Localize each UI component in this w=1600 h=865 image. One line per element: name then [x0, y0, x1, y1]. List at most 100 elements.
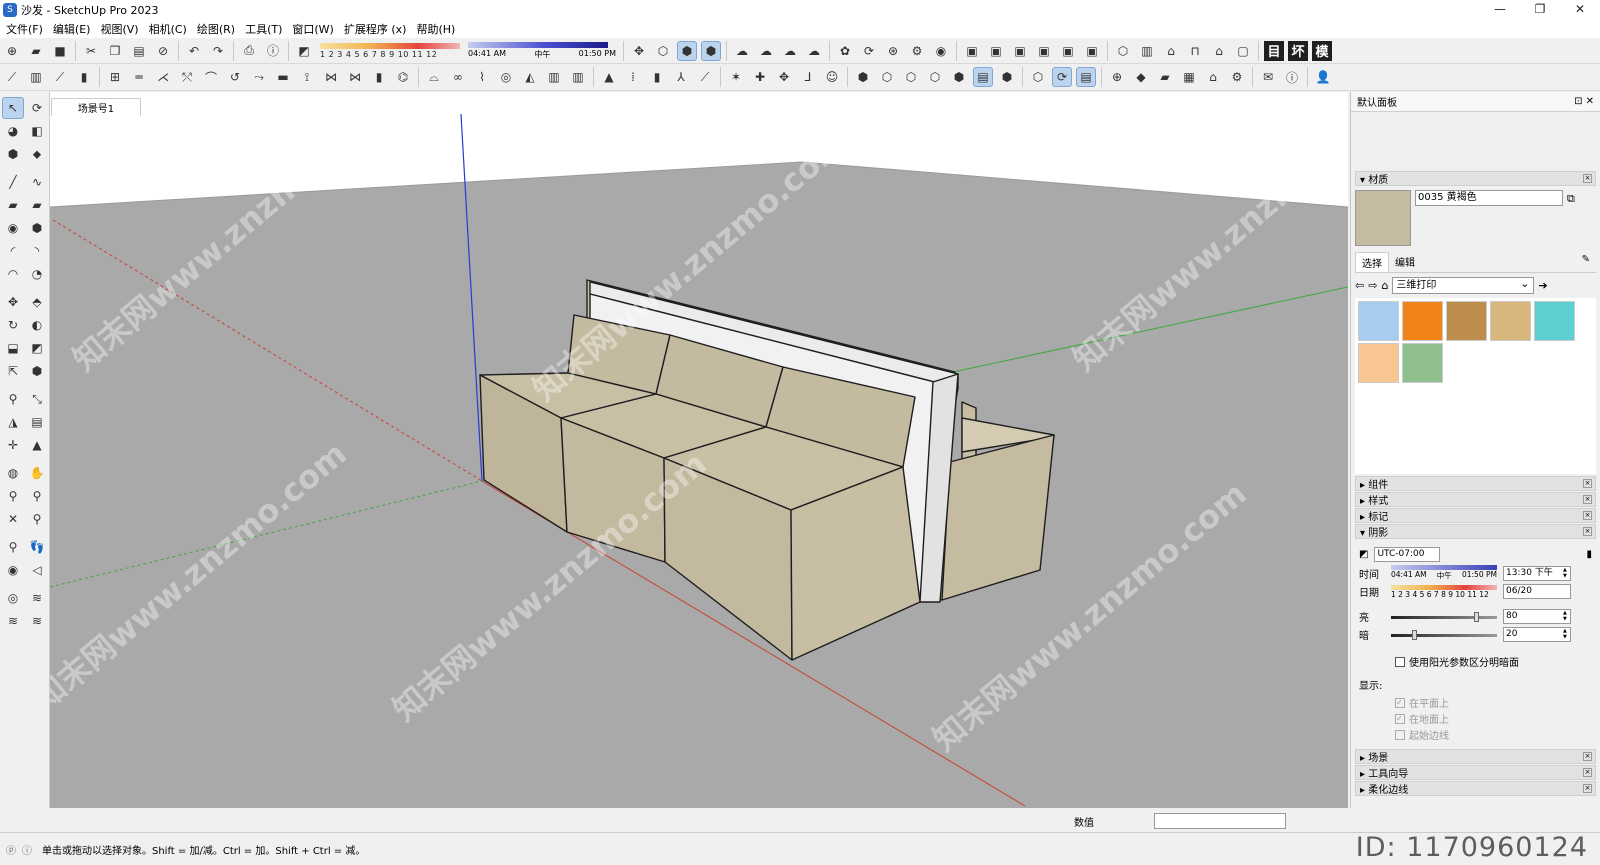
component-a-icon[interactable]: ▣ [962, 41, 982, 61]
section-shadows[interactable]: ▾ 阴影 × [1355, 524, 1596, 539]
new-file-icon[interactable]: ⊕ [2, 41, 22, 61]
section-tags[interactable]: ▸ 标记 × [1355, 508, 1596, 523]
move-tool-icon[interactable]: ✥ [2, 291, 24, 313]
component-e-icon[interactable]: ▣ [1058, 41, 1078, 61]
component-d-icon[interactable]: ▣ [1034, 41, 1054, 61]
date-field[interactable]: 06/20 [1503, 584, 1571, 599]
settings-gear-icon[interactable]: ⚙ [1227, 67, 1247, 87]
material-swatch[interactable] [1402, 301, 1443, 341]
section-scenes[interactable]: ▸ 场景 × [1355, 749, 1596, 764]
tag-tool-icon[interactable]: ⬥ [26, 143, 48, 165]
forward-arrow-icon[interactable]: ⇨ [1368, 279, 1377, 292]
menu-file[interactable]: 文件(F) [4, 21, 51, 37]
circle-tool-icon[interactable]: ◉ [2, 217, 24, 239]
arc-tool-icon[interactable]: ◜ [2, 240, 24, 262]
material-swatch[interactable] [1534, 301, 1575, 341]
ext-tool-35-icon[interactable]: ⬢ [853, 67, 873, 87]
make-component-icon[interactable]: ⬢ [2, 143, 24, 165]
ext-tool-29-icon[interactable]: ⟋ [695, 67, 715, 87]
component-c-icon[interactable]: ▣ [1010, 41, 1030, 61]
rotated-rectangle-icon[interactable]: ▰ [26, 194, 48, 216]
tape-measure-icon[interactable]: ⚲ [2, 388, 24, 410]
extension-a-icon[interactable]: ✿ [835, 41, 855, 61]
offset-tool-icon[interactable]: ◩ [26, 337, 48, 359]
ext-tool-14-icon[interactable]: ⋈ [321, 67, 341, 87]
ext-tool-1-icon[interactable]: ⟋ [2, 67, 22, 87]
extension-c-icon[interactable]: ⊛ [883, 41, 903, 61]
light-field[interactable]: 80 [1503, 609, 1571, 624]
ext-tool-4-icon[interactable]: ▮ [74, 67, 94, 87]
ext-tool-3-icon[interactable]: ⟋ [50, 67, 70, 87]
date-slider-panel[interactable]: 1 2 3 4 5 6 7 8 9 10 11 12 [1391, 584, 1497, 599]
user-icon[interactable]: 👤 [1313, 67, 1333, 87]
ext-tool-2-icon[interactable]: ▥ [26, 67, 46, 87]
view-right-icon[interactable]: ⊓ [1185, 41, 1205, 61]
iso-view-icon[interactable]: ⬡ [653, 41, 673, 61]
ext-tool-21-icon[interactable]: ◎ [496, 67, 516, 87]
ext-tool-45-icon[interactable]: ▰ [1155, 67, 1175, 87]
back-edges-icon[interactable]: ⬢ [701, 40, 721, 61]
extension-e-icon[interactable]: ◉ [931, 41, 951, 61]
close-icon[interactable]: × [1583, 495, 1592, 504]
tray-close-icon[interactable]: ⊡ ✕ [1574, 96, 1594, 107]
ext-tool-6-icon[interactable]: ═ [129, 67, 149, 87]
text-tool-icon[interactable]: ▤ [26, 411, 48, 433]
view-top-icon[interactable]: ▥ [1137, 41, 1157, 61]
credits-icon[interactable]: ⓘ [22, 842, 32, 857]
sandbox-c-icon[interactable]: ≋ [2, 610, 24, 632]
mail-icon[interactable]: ✉ [1258, 67, 1278, 87]
polygon-tool-icon[interactable]: ⬢ [26, 217, 48, 239]
close-icon[interactable]: × [1583, 479, 1592, 488]
3d-text-icon[interactable]: ▲ [26, 434, 48, 456]
ext-tool-9-icon[interactable]: ⌒ [201, 67, 221, 87]
menu-window[interactable]: 窗口(W) [290, 21, 341, 37]
ext-tool-12-icon[interactable]: ▬ [273, 67, 293, 87]
ext-tool-41-icon[interactable]: ⬢ [997, 67, 1017, 87]
scale-tool-icon[interactable]: ⬓ [2, 337, 24, 359]
info-icon[interactable]: ⓘ [1282, 67, 1302, 87]
view-back-icon[interactable]: ⌂ [1209, 41, 1229, 61]
ext-tool-28-icon[interactable]: ⅄ [671, 67, 691, 87]
refresh-icon[interactable]: ⟳ [1052, 67, 1072, 87]
tab-select[interactable]: 选择 [1355, 252, 1389, 272]
dark-field[interactable]: 20 [1503, 627, 1571, 642]
ext-tool-33-icon[interactable]: ⅃ [798, 67, 818, 87]
pie-tool-icon[interactable]: ◔ [26, 263, 48, 285]
sandbox-b-icon[interactable]: ≋ [26, 587, 48, 609]
section-components[interactable]: ▸ 组件 × [1355, 476, 1596, 491]
zoom-icon[interactable]: ⚲ [2, 485, 24, 507]
time-slider-panel[interactable]: 04:41 AM 中午 01:50 PM [1391, 565, 1497, 581]
three-point-arc-icon[interactable]: ◠ [2, 263, 24, 285]
date-slider[interactable]: 1 2 3 4 5 6 7 8 9 10 11 12 [320, 42, 460, 59]
dark-slider[interactable] [1391, 628, 1497, 642]
paint-bucket-icon[interactable]: ◕ [2, 120, 24, 142]
details-arrow-icon[interactable]: ➔ [1538, 279, 1547, 292]
light-slider[interactable] [1391, 610, 1497, 624]
material-action-icon[interactable]: ⧉ [1567, 190, 1575, 246]
menu-view[interactable]: 视图(V) [98, 21, 146, 37]
eyedropper-icon[interactable]: ✎ [1576, 252, 1596, 272]
section-plane-icon[interactable]: ◁ [26, 559, 48, 581]
ext-tool-25-icon[interactable]: ▲ [599, 67, 619, 87]
shadow-toggle-icon[interactable]: ◩ [1359, 549, 1368, 560]
material-swatch[interactable] [1358, 343, 1399, 383]
ext-tool-18-icon[interactable]: ⌓ [424, 67, 444, 87]
close-icon[interactable]: × [1583, 174, 1592, 183]
minimize-button[interactable]: — [1480, 0, 1520, 20]
ext-tool-20-icon[interactable]: ⌇ [472, 67, 492, 87]
ext-tool-16-icon[interactable]: ▮ [369, 67, 389, 87]
eraser-icon[interactable]: ◧ [26, 120, 48, 142]
ext-tool-40-icon[interactable]: ▤ [973, 67, 993, 87]
save-icon[interactable]: ■ [50, 41, 70, 61]
rotate-tool-icon[interactable]: ↻ [2, 314, 24, 336]
ext-tool-5-icon[interactable]: ⊞ [105, 67, 125, 87]
drawing-viewport[interactable]: 场景号1 知末网www.znzmo.com 知末网www.znzmo.com 知… [50, 92, 1348, 808]
maximize-button[interactable]: ❐ [1520, 0, 1560, 20]
cut-icon[interactable]: ✂ [81, 41, 101, 61]
sandbox-icon[interactable]: ◎ [2, 587, 24, 609]
pan-icon[interactable]: ✋ [26, 462, 48, 484]
add-icon[interactable]: ⊕ [1107, 67, 1127, 87]
open-folder-icon[interactable]: ▰ [26, 41, 46, 61]
component-b-icon[interactable]: ▣ [986, 41, 1006, 61]
close-icon[interactable]: × [1583, 527, 1592, 536]
